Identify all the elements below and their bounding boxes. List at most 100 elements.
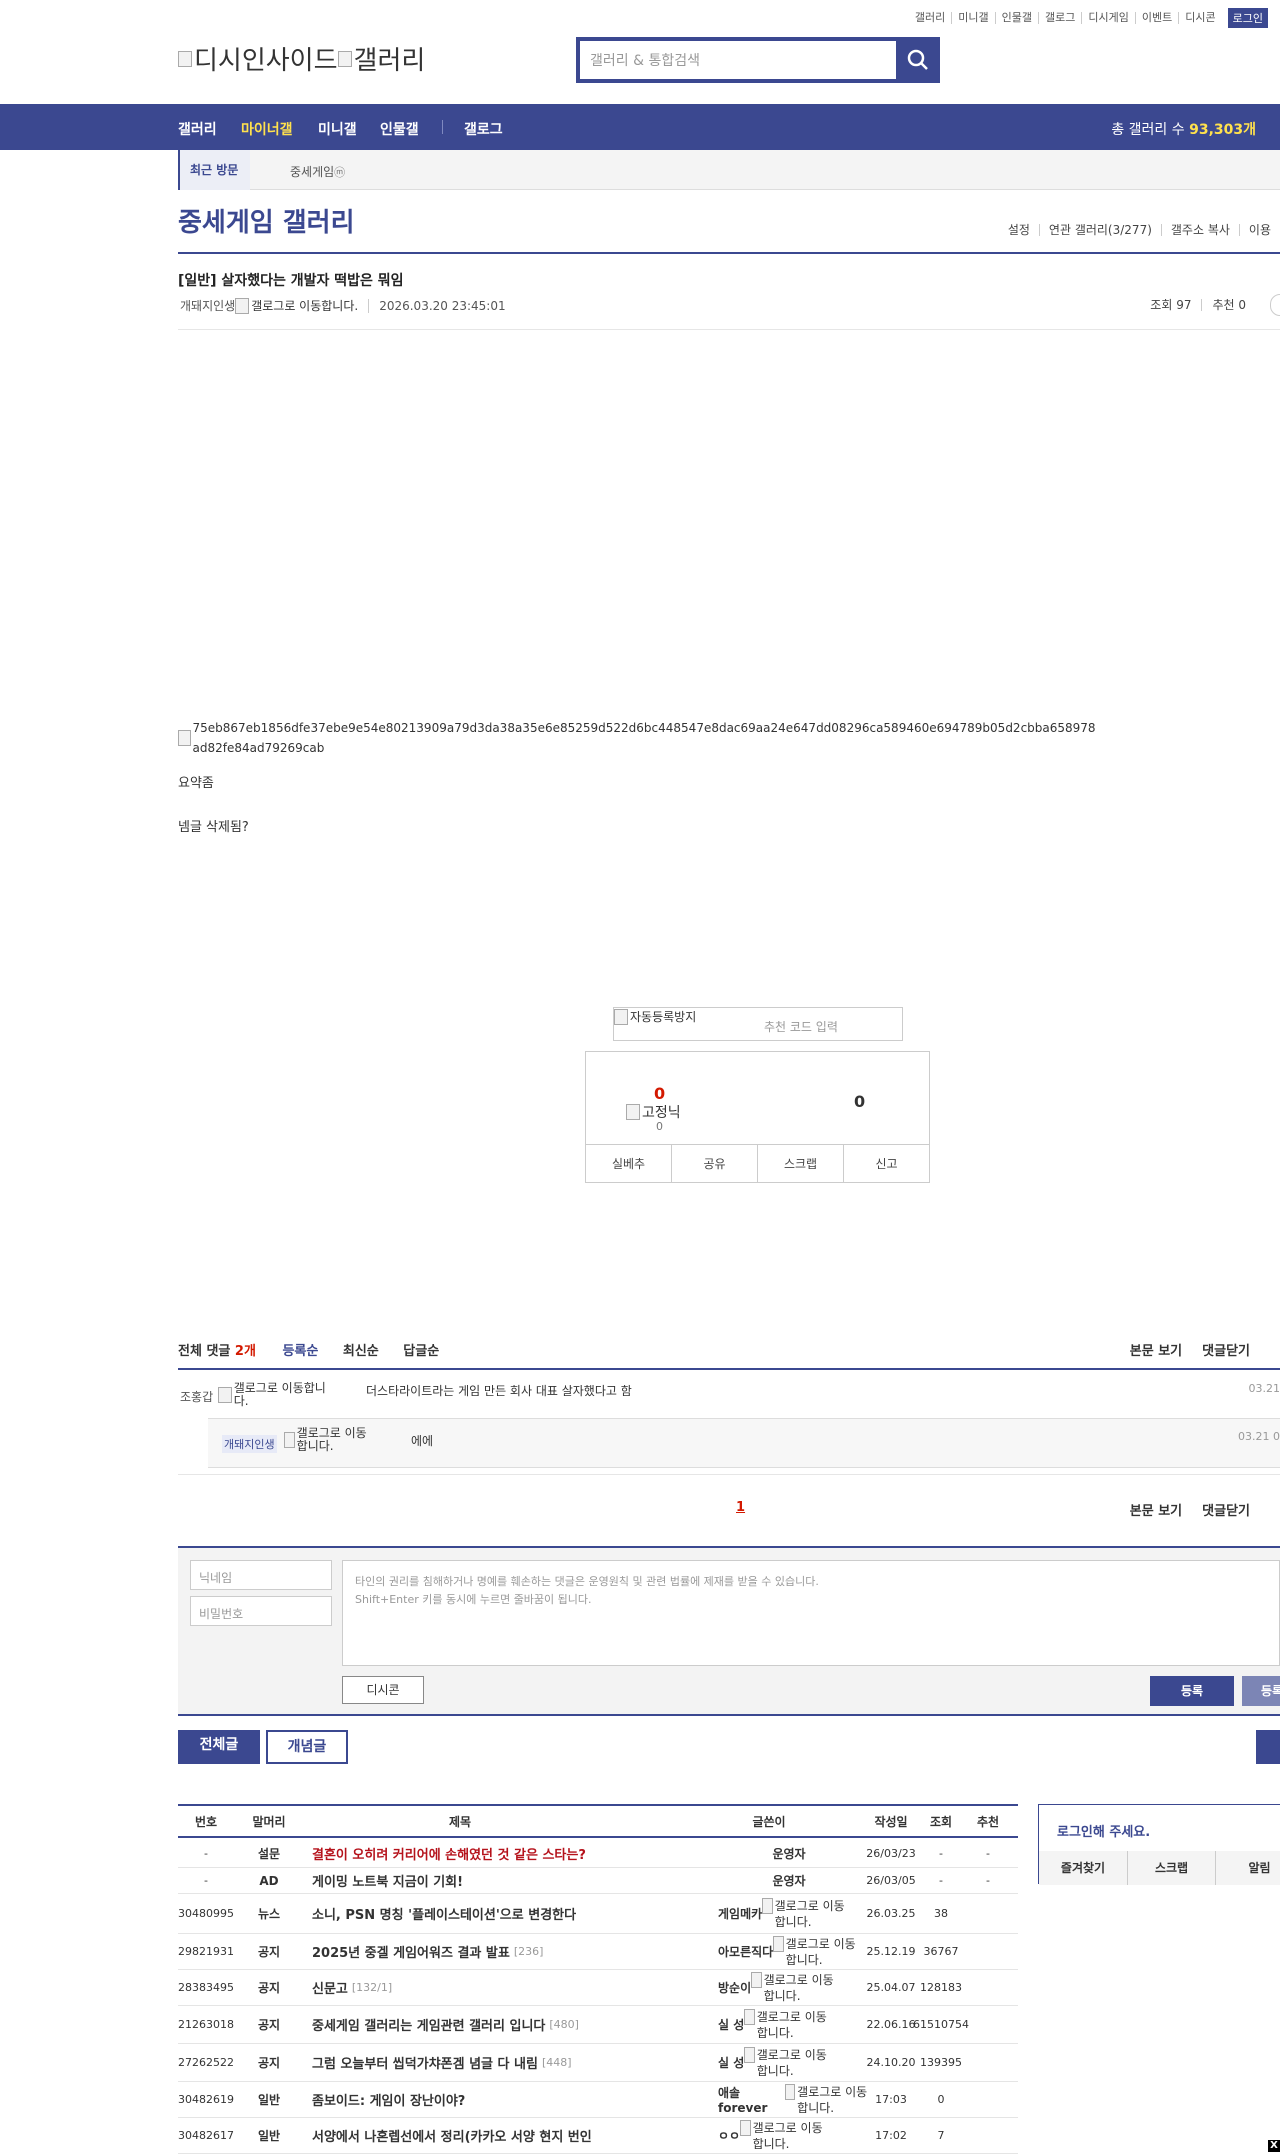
comment-page-1[interactable]: 1 (736, 1500, 745, 1515)
close-comments-button-bottom[interactable]: 댓글닫기 (1202, 1500, 1250, 1519)
dccon-button[interactable]: 디시콘 (342, 1676, 424, 1704)
report-button[interactable]: 신고 (843, 1145, 929, 1182)
table-row[interactable]: 28383495공지신문고[132/1]방순이갤로그로 이동합니다.25.04.… (178, 1970, 1018, 2006)
row-title[interactable]: 2025년 중겔 게임어워즈 결과 발표[236] (312, 1934, 716, 1969)
top-link-gallery[interactable]: 갤러리 (909, 12, 951, 24)
table-row[interactable]: 30482619일반좀보이드: 게임이 장난이야?애솔forever갤로그로 이… (178, 2082, 1018, 2118)
recent-gallery-link[interactable]: 중세게임ⓜ (290, 163, 345, 180)
view-body-button[interactable]: 본문 보기 (1130, 1340, 1182, 1359)
site-logo[interactable]: 디시인사이드갤러리 (178, 40, 425, 77)
gallog-icon[interactable]: 갤로그로 이동합니다. (744, 2009, 832, 2041)
row-title[interactable]: 서양에서 나혼렙선에서 정리(카카오 서양 현지 번인 (312, 2118, 716, 2153)
upvote-count[interactable]: 0 (654, 1084, 665, 1103)
recent-visit-tab[interactable]: 최근 방문 (178, 150, 250, 190)
gallog-icon[interactable]: 갤로그로 이동합니다. (235, 297, 358, 314)
captcha-input[interactable]: 추천 코드 입력 (764, 1018, 838, 1035)
table-row[interactable]: 30482617일반서양에서 나혼렙선에서 정리(카카오 서양 현지 번인ㅇㅇ갤… (178, 2118, 1018, 2154)
more-options-button[interactable] (1270, 294, 1280, 316)
table-row[interactable]: -AD게이밍 노트북 지금이 기회!운영자26/03/05-- (178, 1868, 1018, 1894)
table-row[interactable]: 27262522공지그럼 오늘부터 씹덕가챠폰겜 념글 다 내림[448]실 성… (178, 2044, 1018, 2082)
gallog-icon[interactable]: 갤로그로 이동합니다. (744, 2047, 832, 2079)
post-author[interactable]: 개돼지인생 (180, 297, 235, 314)
nav-minor-gallery[interactable]: 마이너갤 (241, 119, 293, 139)
tab-concept-posts[interactable]: 개념글 (266, 1730, 348, 1764)
gallog-icon[interactable]: 갤로그로 이동합니다. (284, 1427, 374, 1453)
reply-time: 03.21 0 (1238, 1430, 1280, 1443)
row-title[interactable]: 그럼 오늘부터 씹덕가챠폰겜 념글 다 내림[448] (312, 2044, 716, 2081)
nav-gallog[interactable]: 갤로그 (464, 119, 503, 139)
row-title[interactable]: 결혼이 오히려 커리어에 손해였던 것 같은 스타는? (312, 1840, 716, 1867)
row-writer[interactable]: 운영자 (734, 1840, 844, 1867)
submit-button[interactable]: 등록 (1150, 1676, 1234, 1706)
close-comments-button[interactable]: 댓글닫기 (1202, 1340, 1250, 1359)
tab-all-posts[interactable]: 전체글 (178, 1730, 260, 1764)
row-title[interactable]: 게이밍 노트북 지금이 기회! (312, 1868, 716, 1893)
sort-registered[interactable]: 등록순 (282, 1344, 318, 1359)
row-writer[interactable]: 실 성갤로그로 이동합니다. (718, 2044, 868, 2081)
sort-latest[interactable]: 최신순 (343, 1344, 379, 1359)
favorites-link[interactable]: 즐겨찾기 (1039, 1851, 1127, 1885)
row-writer[interactable]: 애솔forever갤로그로 이동합니다. (718, 2082, 868, 2117)
gallery-settings[interactable]: 설정 (999, 224, 1039, 236)
top-link-dcgame[interactable]: 디시게임 (1081, 12, 1134, 24)
notification-link[interactable]: 알림 (1215, 1851, 1280, 1885)
write-post-button[interactable] (1256, 1730, 1280, 1764)
row-writer[interactable]: 게임메카갤로그로 이동합니다. (718, 1894, 868, 1933)
scrap-link[interactable]: 스크랩 (1127, 1851, 1215, 1885)
gallog-icon[interactable]: 갤로그로 이동합니다. (218, 1382, 338, 1408)
table-row[interactable]: -설문결혼이 오히려 커리어에 손해였던 것 같은 스타는?운영자26/03/2… (178, 1840, 1018, 1868)
nickname-input[interactable]: 닉네임 (190, 1560, 332, 1590)
row-writer[interactable]: 실 성갤로그로 이동합니다. (718, 2006, 868, 2043)
reply-count[interactable]: [480] (549, 2018, 579, 2031)
row-writer[interactable]: 방순이갤로그로 이동합니다. (718, 1970, 868, 2005)
gallery-logo[interactable]: 갤러리 (338, 40, 426, 77)
gallery-usage[interactable]: 이용 (1239, 224, 1280, 236)
reply-count[interactable]: [448] (542, 2056, 572, 2069)
nav-mini-gallery[interactable]: 미니갤 (318, 119, 357, 139)
dcinside-logo[interactable]: 디시인사이드 (178, 40, 338, 77)
gallog-icon[interactable]: 갤로그로 이동합니다. (740, 2120, 828, 2152)
row-title[interactable]: 신문고[132/1] (312, 1970, 716, 2005)
row-title[interactable]: 중세게임 갤러리는 게임관련 갤러리 입니다[480] (312, 2006, 716, 2043)
top-link-event[interactable]: 이벤트 (1135, 12, 1178, 24)
top-link-minigal[interactable]: 미니갤 (951, 12, 994, 24)
login-button[interactable]: 로그인 (1228, 8, 1268, 28)
close-ad-button[interactable]: X (1268, 2140, 1280, 2152)
comment-nick[interactable]: 조홍갑 (180, 1388, 213, 1405)
best-recommend-button[interactable]: 실베추 (586, 1145, 671, 1182)
row-writer[interactable]: ㅇㅇ갤로그로 이동합니다. (718, 2118, 868, 2153)
downvote-count[interactable]: 0 (854, 1092, 865, 1111)
password-input[interactable]: 비밀번호 (190, 1596, 332, 1626)
search-button[interactable] (896, 37, 940, 83)
gallog-icon[interactable]: 갤로그로 이동합니다. (773, 1936, 861, 1968)
table-row[interactable]: 21263018공지중세게임 갤러리는 게임관련 갤러리 입니다[480]실 성… (178, 2006, 1018, 2044)
table-row[interactable]: 29821931공지2025년 중겔 게임어워즈 결과 발표[236]아모른직다… (178, 1934, 1018, 1970)
reply-nick[interactable]: 개돼지인생 (222, 1435, 277, 1453)
gallog-icon[interactable]: 갤로그로 이동합니다. (751, 1972, 839, 2004)
row-writer[interactable]: 아모른직다갤로그로 이동합니다. (718, 1934, 868, 1969)
sort-replies[interactable]: 답글순 (403, 1344, 439, 1359)
comment-textarea[interactable]: 타인의 권리를 침해하거나 명예를 훼손하는 댓글은 운영원칙 및 관련 법률에… (342, 1560, 1280, 1666)
related-galleries[interactable]: 연관 갤러리(3/277) (1039, 224, 1161, 236)
row-writer[interactable]: 운영자 (734, 1868, 844, 1893)
view-body-button-bottom[interactable]: 본문 보기 (1130, 1500, 1182, 1519)
reply-count[interactable]: [132/1] (352, 1981, 392, 1994)
gallog-icon[interactable]: 갤로그로 이동합니다. (785, 2084, 868, 2116)
copy-gallery-address[interactable]: 갤주소 복사 (1161, 224, 1239, 236)
gallog-icon[interactable]: 갤로그로 이동합니다. (762, 1898, 850, 1930)
top-link-persongal[interactable]: 인물갤 (995, 12, 1038, 24)
nav-gallery[interactable]: 갤러리 (178, 119, 217, 139)
row-title[interactable]: 소니, PSN 명칭 '플레이스테이션'으로 변경한다 (312, 1894, 716, 1933)
top-link-dccon[interactable]: 디시콘 (1178, 12, 1221, 24)
table-row[interactable]: 30480995뉴스소니, PSN 명칭 '플레이스테이션'으로 변경한다게임메… (178, 1894, 1018, 1934)
top-link-gallog[interactable]: 갤로그 (1038, 12, 1081, 24)
scrap-button[interactable]: 스크랩 (757, 1145, 843, 1182)
search-input[interactable]: 갤러리 & 통합검색 (580, 41, 896, 79)
row-title[interactable]: 좀보이드: 게임이 장난이야? (312, 2082, 716, 2117)
submit-recommend-button[interactable]: 등록 (1242, 1676, 1280, 1706)
login-prompt[interactable]: 로그인해 주세요. (1057, 1821, 1150, 1840)
nav-person-gallery[interactable]: 인물갤 (380, 119, 419, 139)
reply-count[interactable]: [236] (514, 1945, 544, 1958)
gallery-title[interactable]: 중세게임 갤러리 (178, 202, 355, 239)
share-button[interactable]: 공유 (671, 1145, 757, 1182)
